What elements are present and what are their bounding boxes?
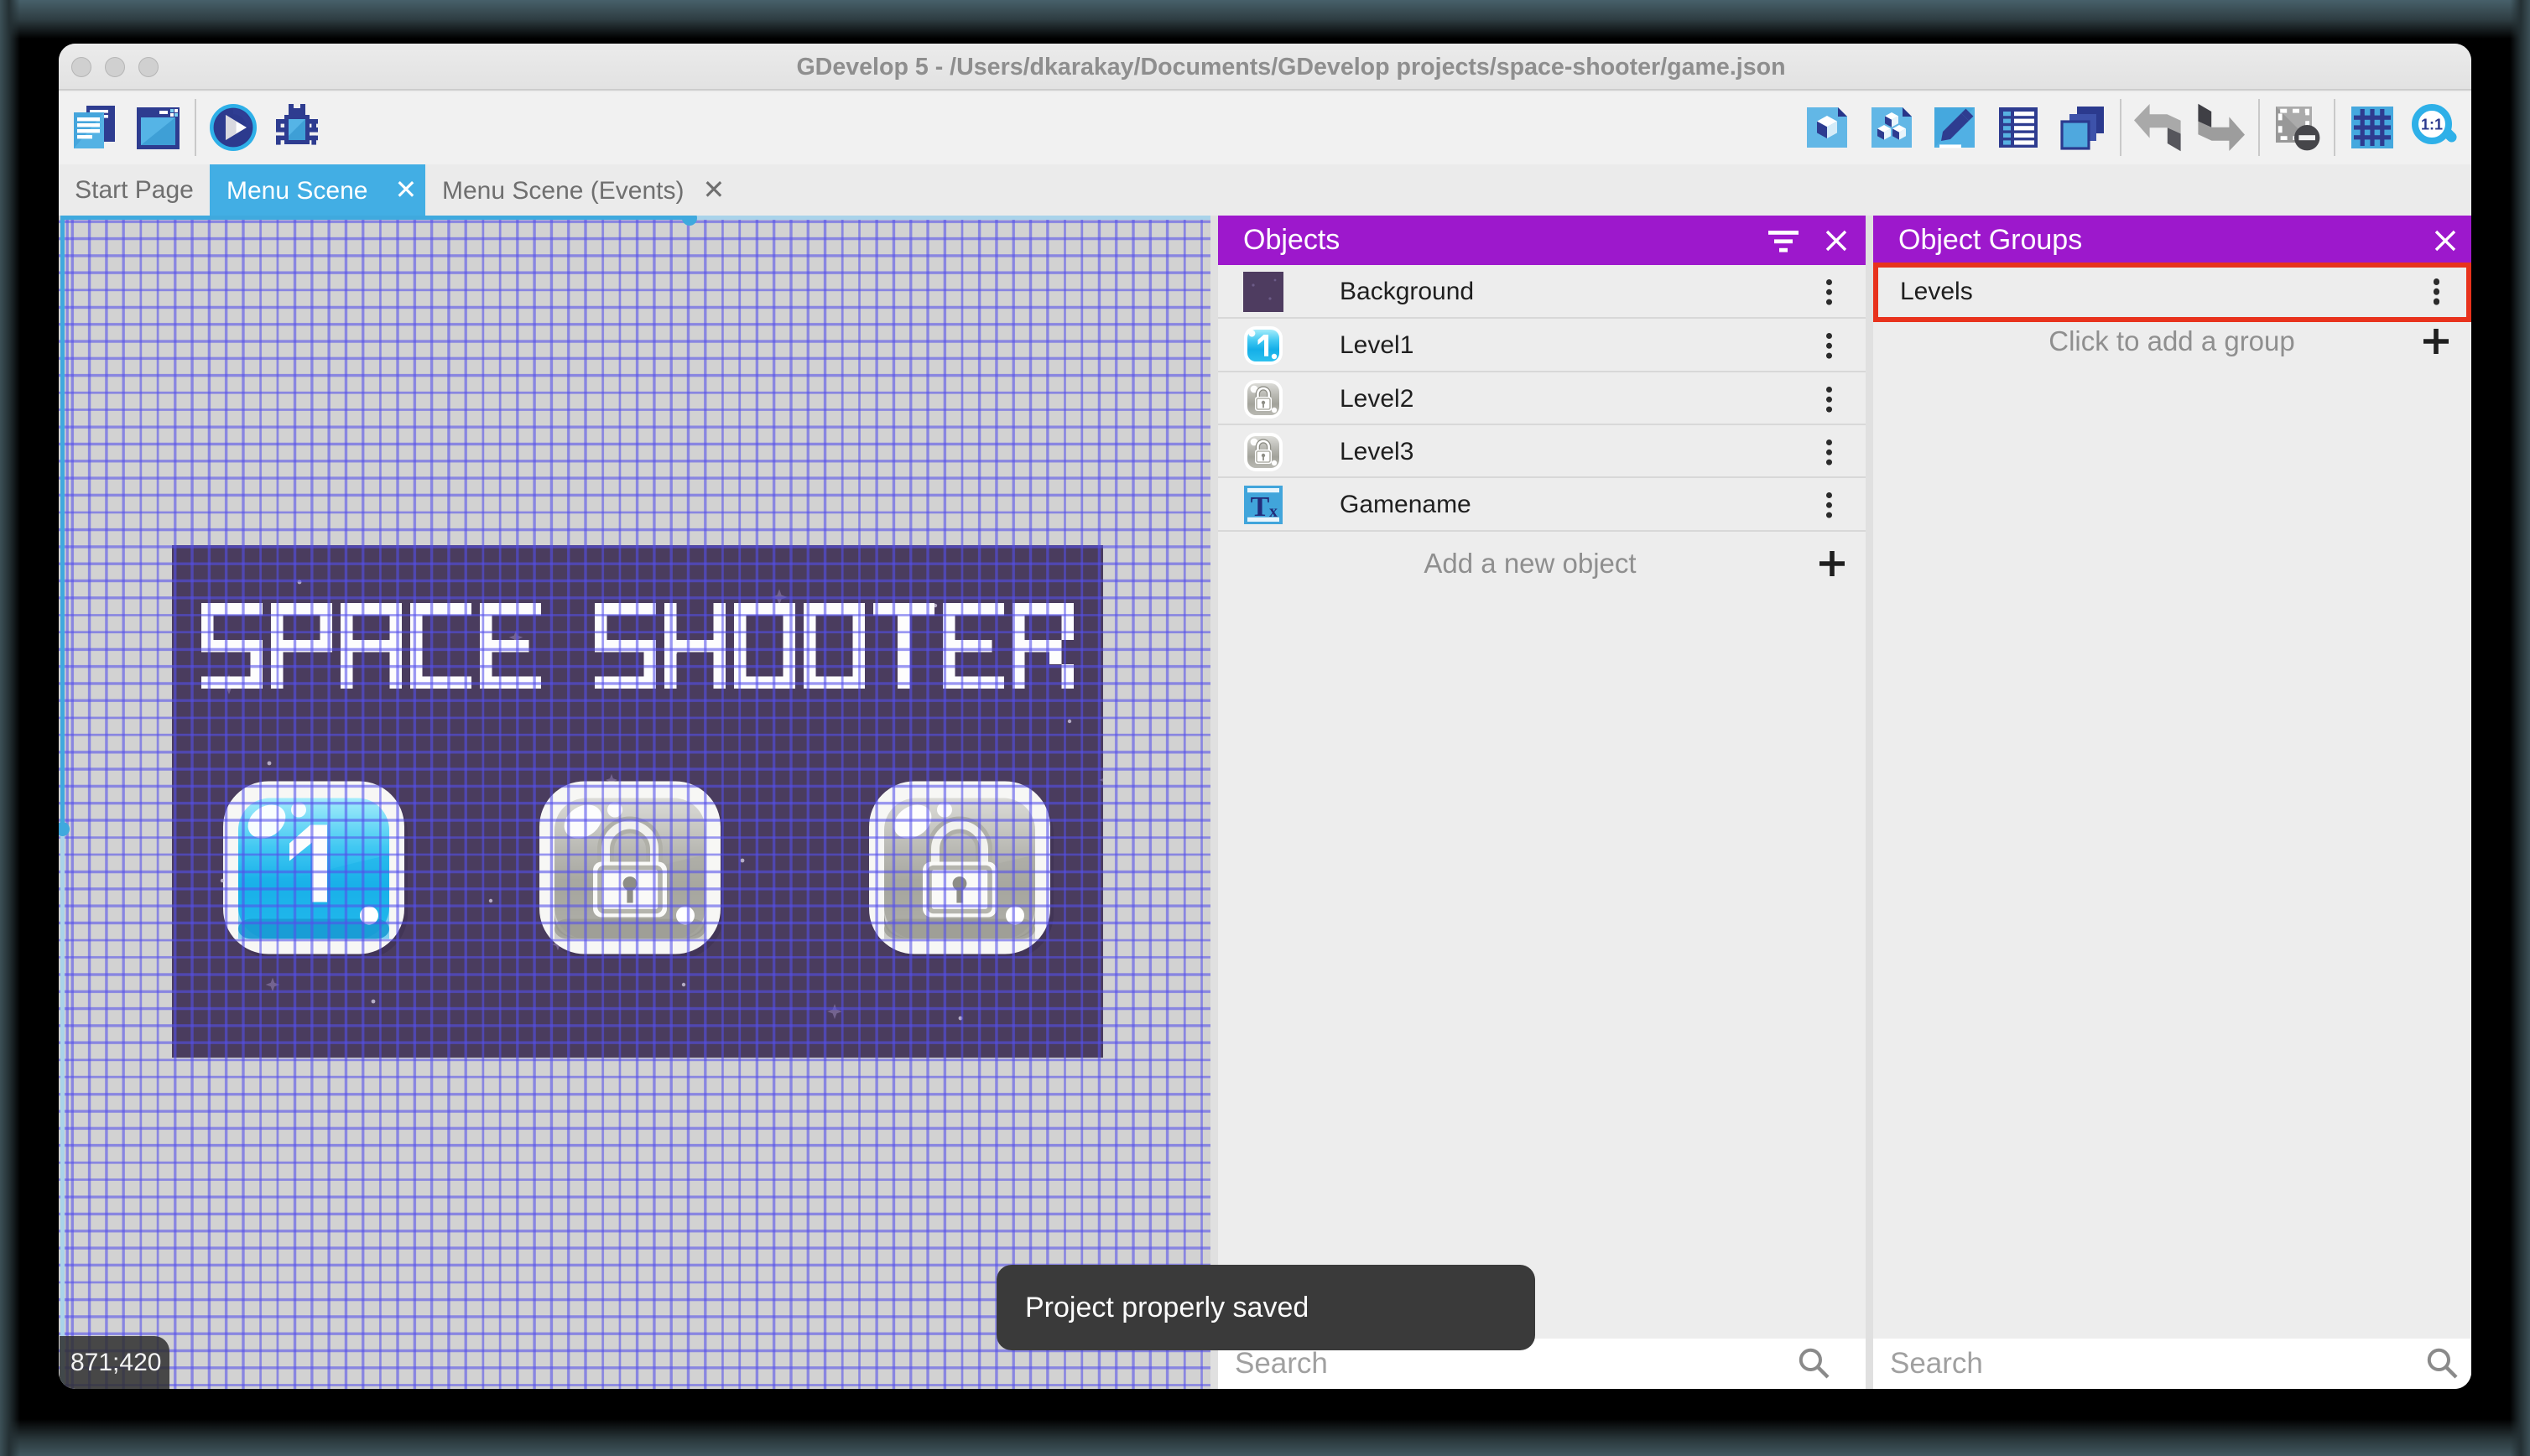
svg-text:x: x [1269, 502, 1278, 521]
svg-text:1:1: 1:1 [2421, 117, 2443, 133]
svg-text:T: T [1251, 491, 1270, 523]
